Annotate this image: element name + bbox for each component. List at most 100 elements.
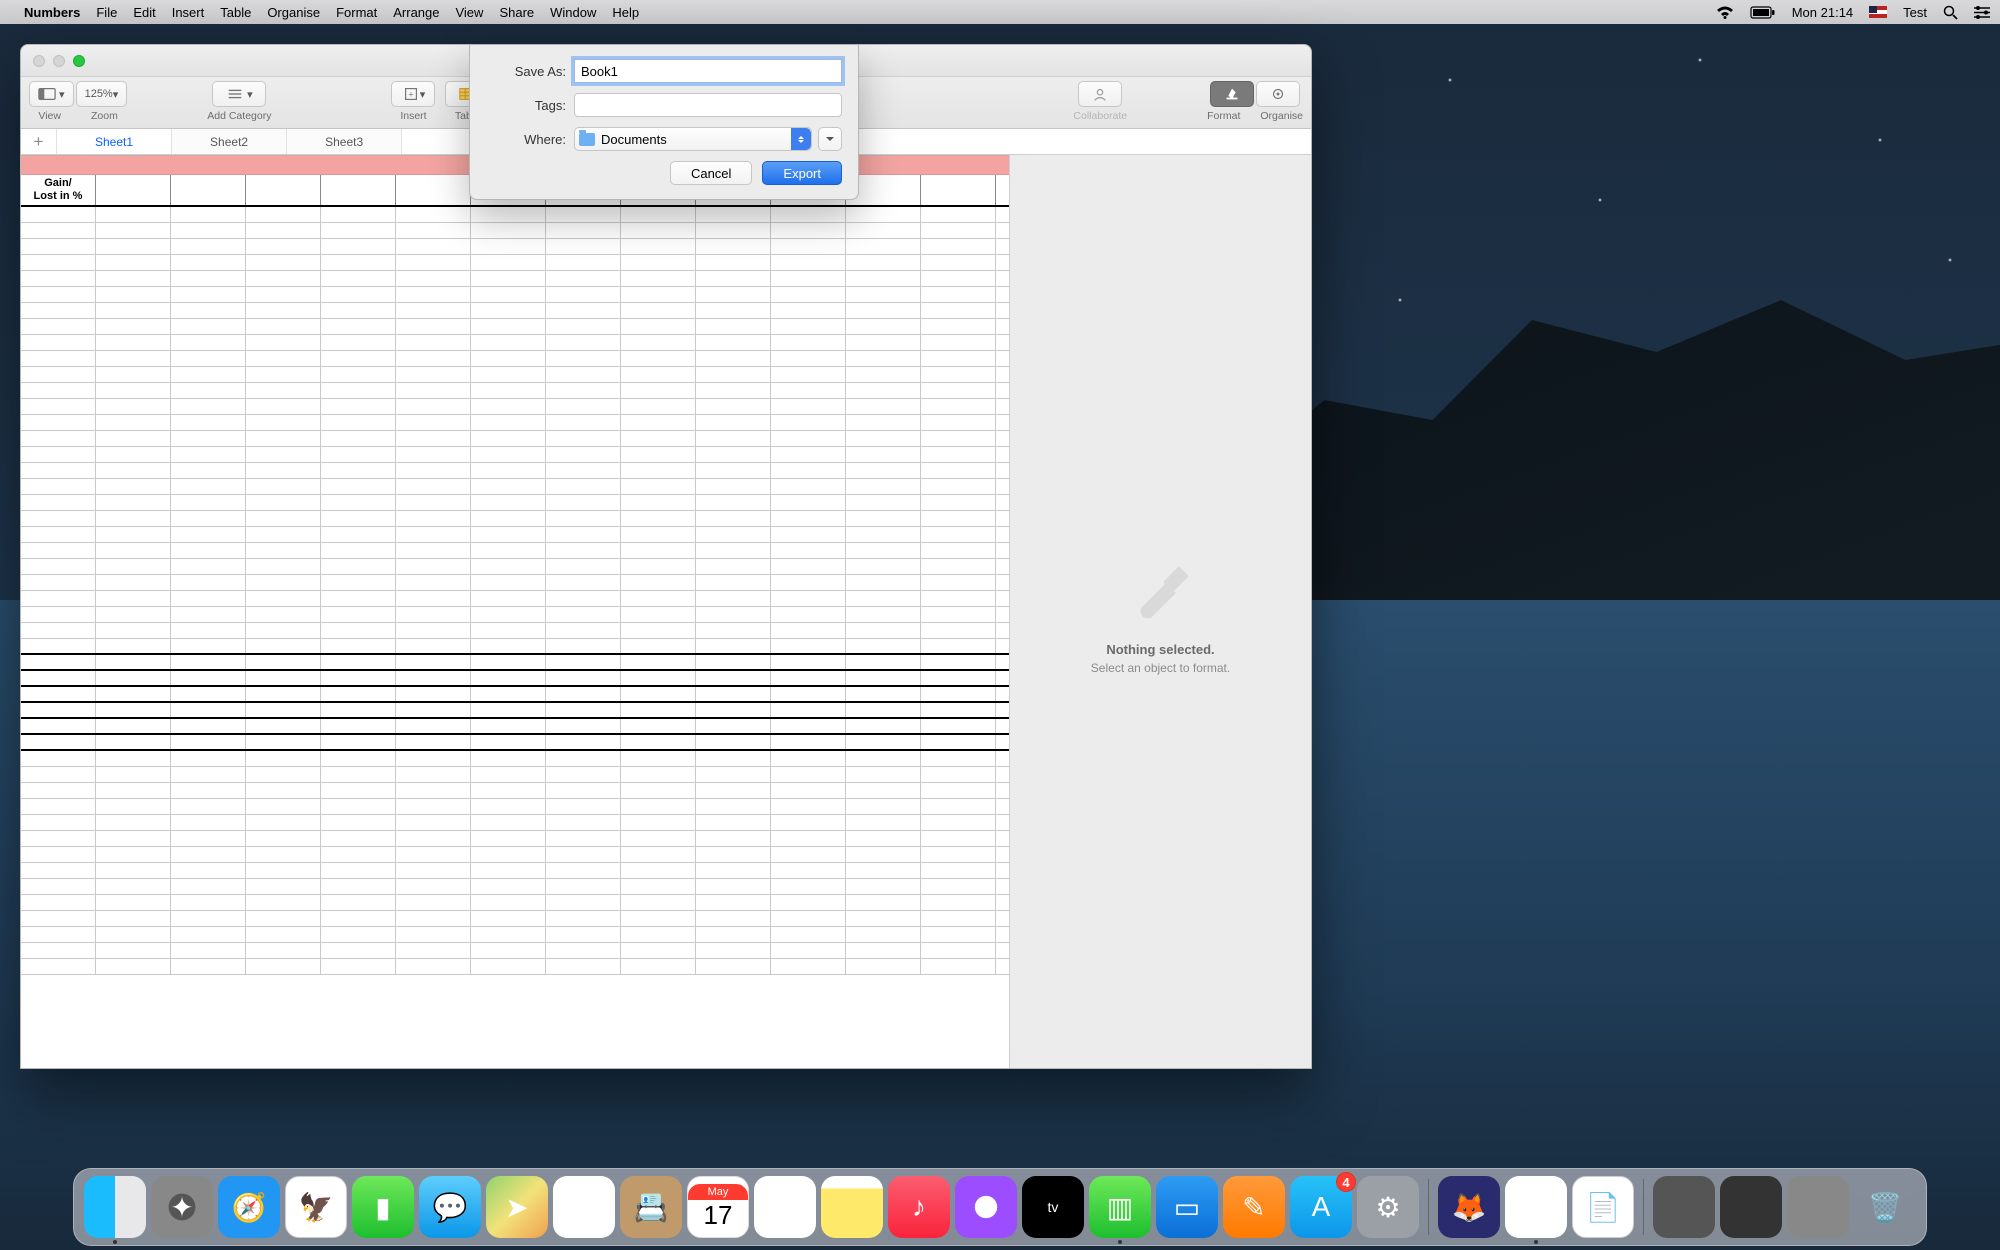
table-cell[interactable] bbox=[21, 495, 96, 510]
table-cell[interactable] bbox=[396, 319, 471, 334]
table-cell[interactable] bbox=[396, 287, 471, 302]
table-cell[interactable] bbox=[246, 591, 321, 606]
table-cell[interactable] bbox=[471, 415, 546, 430]
table-cell[interactable] bbox=[96, 639, 171, 653]
menubar-app-name[interactable]: Numbers bbox=[24, 5, 80, 20]
table-cell[interactable] bbox=[21, 655, 96, 669]
table-cell[interactable] bbox=[246, 319, 321, 334]
table-cell[interactable] bbox=[96, 383, 171, 398]
table-cell[interactable] bbox=[771, 463, 846, 478]
table-cell[interactable] bbox=[246, 431, 321, 446]
dock-finder-icon[interactable] bbox=[84, 1176, 146, 1238]
table-cell[interactable] bbox=[621, 639, 696, 653]
dock-maps-icon[interactable]: ➤ bbox=[486, 1176, 548, 1238]
table-cell[interactable] bbox=[171, 303, 246, 318]
table-cell[interactable] bbox=[471, 527, 546, 542]
table-cell[interactable] bbox=[396, 687, 471, 701]
dock-mail-icon[interactable]: 🦅 bbox=[285, 1176, 347, 1238]
table-cell[interactable] bbox=[96, 511, 171, 526]
table-row[interactable] bbox=[21, 799, 1009, 815]
table-cell[interactable] bbox=[96, 415, 171, 430]
table-cell[interactable] bbox=[546, 351, 621, 366]
table-cell[interactable] bbox=[771, 575, 846, 590]
table-cell[interactable] bbox=[171, 815, 246, 830]
table-cell[interactable] bbox=[546, 831, 621, 846]
table-cell[interactable] bbox=[396, 543, 471, 558]
table-cell[interactable] bbox=[621, 703, 696, 717]
table-cell[interactable] bbox=[21, 895, 96, 910]
table-cell[interactable] bbox=[921, 223, 996, 238]
table-cell[interactable] bbox=[696, 431, 771, 446]
table-cell[interactable] bbox=[321, 319, 396, 334]
table-cell[interactable] bbox=[321, 287, 396, 302]
table-cell[interactable] bbox=[471, 895, 546, 910]
table-cell[interactable] bbox=[771, 927, 846, 942]
table-cell[interactable] bbox=[171, 383, 246, 398]
table-cell[interactable] bbox=[171, 703, 246, 717]
column-header[interactable] bbox=[96, 175, 171, 205]
table-cell[interactable] bbox=[921, 911, 996, 926]
table-cell[interactable] bbox=[921, 479, 996, 494]
table-cell[interactable] bbox=[846, 879, 921, 894]
table-cell[interactable] bbox=[621, 351, 696, 366]
table-cell[interactable] bbox=[696, 687, 771, 701]
table-row[interactable] bbox=[21, 255, 1009, 271]
table-cell[interactable] bbox=[96, 207, 171, 222]
table-cell[interactable] bbox=[846, 783, 921, 798]
table-cell[interactable] bbox=[921, 575, 996, 590]
table-cell[interactable] bbox=[921, 255, 996, 270]
table-cell[interactable] bbox=[96, 911, 171, 926]
table-cell[interactable] bbox=[396, 655, 471, 669]
column-header-gain-lost[interactable]: Gain/ Lost in % bbox=[21, 175, 96, 205]
table-cell[interactable] bbox=[246, 831, 321, 846]
table-cell[interactable] bbox=[171, 447, 246, 462]
table-cell[interactable] bbox=[771, 495, 846, 510]
table-cell[interactable] bbox=[621, 735, 696, 749]
table-cell[interactable] bbox=[321, 831, 396, 846]
dock-safari-icon[interactable]: 🧭 bbox=[218, 1176, 280, 1238]
table-row[interactable] bbox=[21, 879, 1009, 895]
table-cell[interactable] bbox=[246, 751, 321, 766]
table-cell[interactable] bbox=[471, 463, 546, 478]
table-cell[interactable] bbox=[696, 495, 771, 510]
table-cell[interactable] bbox=[471, 511, 546, 526]
table-cell[interactable] bbox=[621, 319, 696, 334]
table-cell[interactable] bbox=[621, 959, 696, 974]
table-cell[interactable] bbox=[546, 223, 621, 238]
table-cell[interactable] bbox=[846, 831, 921, 846]
table-row[interactable] bbox=[21, 543, 1009, 559]
table-cell[interactable] bbox=[846, 463, 921, 478]
table-cell[interactable] bbox=[696, 511, 771, 526]
table-cell[interactable] bbox=[396, 303, 471, 318]
table-cell[interactable] bbox=[396, 559, 471, 574]
table-cell[interactable] bbox=[921, 943, 996, 958]
table-cell[interactable] bbox=[621, 207, 696, 222]
table-cell[interactable] bbox=[921, 863, 996, 878]
menu-file[interactable]: File bbox=[96, 5, 117, 20]
table-cell[interactable] bbox=[246, 703, 321, 717]
table-cell[interactable] bbox=[471, 863, 546, 878]
table-cell[interactable] bbox=[621, 431, 696, 446]
table-cell[interactable] bbox=[321, 847, 396, 862]
table-cell[interactable] bbox=[546, 543, 621, 558]
table-cell[interactable] bbox=[921, 591, 996, 606]
table-cell[interactable] bbox=[546, 399, 621, 414]
table-cell[interactable] bbox=[696, 735, 771, 749]
menu-format[interactable]: Format bbox=[336, 5, 377, 20]
table-cell[interactable] bbox=[396, 223, 471, 238]
dock-appstore-icon[interactable]: A4 bbox=[1290, 1176, 1352, 1238]
table-row[interactable] bbox=[21, 303, 1009, 319]
table-cell[interactable] bbox=[546, 671, 621, 685]
table-cell[interactable] bbox=[846, 239, 921, 254]
table-cell[interactable] bbox=[246, 511, 321, 526]
table-cell[interactable] bbox=[846, 911, 921, 926]
table-cell[interactable] bbox=[921, 447, 996, 462]
table-cell[interactable] bbox=[96, 895, 171, 910]
table-cell[interactable] bbox=[21, 799, 96, 814]
table-cell[interactable] bbox=[321, 863, 396, 878]
table-cell[interactable] bbox=[696, 319, 771, 334]
table-cell[interactable] bbox=[621, 575, 696, 590]
table-cell[interactable] bbox=[771, 959, 846, 974]
table-cell[interactable] bbox=[621, 671, 696, 685]
table-cell[interactable] bbox=[921, 319, 996, 334]
